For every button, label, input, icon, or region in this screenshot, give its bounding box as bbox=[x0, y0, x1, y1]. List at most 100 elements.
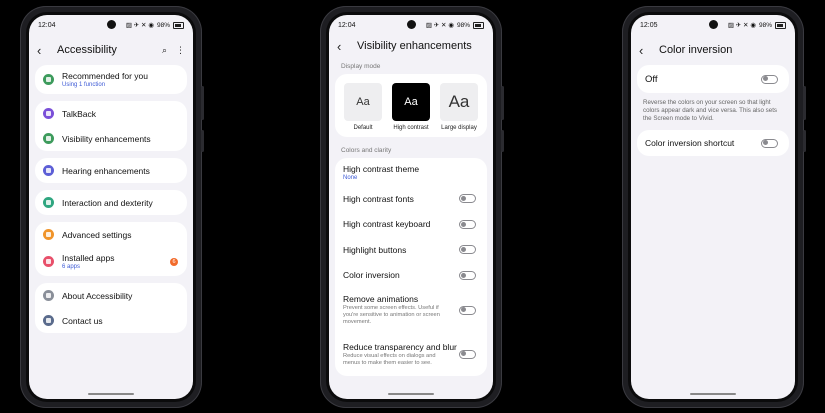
menu-item-label: TalkBack bbox=[62, 108, 97, 119]
battery-icon bbox=[473, 21, 484, 29]
toggle-switch[interactable] bbox=[459, 270, 476, 280]
display-mode-card: Aa Default Aa High contrast Aa Large display bbox=[335, 74, 487, 137]
menu-item[interactable]: Hearing enhancements bbox=[35, 158, 187, 183]
phone-color-inversion: 12:05 ▨ ✈ ✕ ◉ 98% ‹ Color inversion Off R… bbox=[622, 6, 806, 408]
screen-color-inversion: 12:05 ▨ ✈ ✕ ◉ 98% ‹ Color inversion Off R… bbox=[631, 15, 795, 399]
eye-icon bbox=[43, 133, 54, 144]
high-contrast-theme-label: High contrast theme bbox=[343, 163, 420, 174]
menu-item[interactable]: Recommended for you Using 1 function bbox=[35, 65, 187, 94]
page-title: Visibility enhancements bbox=[357, 40, 472, 52]
menu-item-label: Recommended for you bbox=[62, 71, 148, 81]
display-mode-label: High contrast bbox=[393, 125, 429, 131]
menu-group: Hearing enhancements bbox=[35, 158, 187, 183]
shortcut-card: Color inversion shortcut bbox=[637, 130, 789, 156]
phone-visibility: 12:04 ▨ ✈ ✕ ◉ 98% ‹ Visibility enhancemen… bbox=[320, 6, 504, 408]
status-bar: 12:04 ▨ ✈ ✕ ◉ 98% bbox=[329, 15, 493, 35]
talkback-icon bbox=[43, 108, 54, 119]
menu-item[interactable]: Visibility enhancements bbox=[35, 126, 187, 151]
status-icons: ▨ ✈ ✕ ◉ bbox=[727, 22, 756, 29]
toggle-setting-row[interactable]: Color inversion bbox=[335, 263, 487, 289]
menu-item[interactable]: Installed apps 6 apps 6 bbox=[35, 247, 187, 276]
color-inversion-shortcut-label: Color inversion shortcut bbox=[645, 138, 735, 148]
screen-accessibility: 12:04 ▨ ✈ ✕ ◉ 98% ‹ Accessibility ⌕ ⋮ Rec… bbox=[29, 15, 193, 399]
toggle-switch[interactable] bbox=[459, 349, 476, 359]
camera-cutout bbox=[106, 20, 116, 29]
toggle-setting-row[interactable]: High contrast keyboard bbox=[335, 212, 487, 238]
menu-item[interactable]: Advanced settings bbox=[35, 222, 187, 247]
display-mode-option[interactable]: Aa High contrast bbox=[387, 83, 435, 131]
toggle-setting-row[interactable]: Reduce transparency and blur Reduce visua… bbox=[335, 332, 487, 376]
camera-cutout bbox=[406, 20, 416, 29]
toggle-setting-row[interactable]: High contrast fonts bbox=[335, 186, 487, 212]
home-indicator bbox=[88, 393, 134, 395]
help-icon bbox=[43, 315, 54, 326]
battery-level: 98% bbox=[758, 21, 772, 29]
display-mode-option[interactable]: Aa Default bbox=[339, 83, 387, 131]
toggle-switch[interactable] bbox=[459, 305, 476, 315]
toggle-setting-label: High contrast fonts bbox=[343, 193, 414, 204]
toggle-setting-label: Highlight buttons bbox=[343, 244, 407, 255]
menu-item-label: Hearing enhancements bbox=[62, 165, 150, 176]
toggle-setting-label: High contrast keyboard bbox=[343, 219, 431, 230]
back-arrow-icon[interactable]: ‹ bbox=[639, 44, 655, 57]
more-options-icon[interactable]: ⋮ bbox=[176, 45, 185, 56]
app-bar: ‹ Visibility enhancements bbox=[329, 35, 493, 57]
toggle-switch[interactable] bbox=[459, 245, 476, 255]
screen-visibility: 12:04 ▨ ✈ ✕ ◉ 98% ‹ Visibility enhancemen… bbox=[329, 15, 493, 399]
display-mode-label: Default bbox=[353, 125, 373, 131]
status-bar: 12:04 ▨ ✈ ✕ ◉ 98% bbox=[29, 15, 193, 35]
home-indicator bbox=[690, 393, 736, 395]
menu-item-label: Installed apps bbox=[62, 253, 115, 263]
color-inversion-toggle[interactable] bbox=[761, 74, 778, 84]
menu-item-label: Advanced settings bbox=[62, 229, 132, 240]
color-inversion-master-card: Off bbox=[637, 65, 789, 93]
menu-item-subtext: 6 apps bbox=[62, 264, 81, 270]
toggle-setting-label: Remove animations bbox=[343, 294, 419, 304]
menu-group: Recommended for you Using 1 function bbox=[35, 65, 187, 94]
accessibility-menu: Recommended for you Using 1 function TalkB… bbox=[29, 65, 193, 333]
menu-item[interactable]: Interaction and dexterity bbox=[35, 190, 187, 215]
display-mode-option[interactable]: Aa Large display bbox=[435, 83, 483, 131]
toggle-switch[interactable] bbox=[459, 194, 476, 204]
colors-clarity-header: Colors and clarity bbox=[341, 147, 392, 154]
display-mode-preview: Aa bbox=[440, 83, 478, 121]
toggle-setting-row[interactable]: Remove animations Prevent some screen eff… bbox=[335, 288, 487, 332]
toggle-setting-label: Reduce transparency and blur bbox=[343, 341, 457, 352]
app-bar: ‹ Color inversion bbox=[631, 35, 795, 65]
color-inversion-switch-row[interactable]: Off bbox=[637, 65, 789, 93]
back-arrow-icon[interactable]: ‹ bbox=[37, 44, 53, 57]
menu-group: Interaction and dexterity bbox=[35, 190, 187, 215]
menu-item-label: Interaction and dexterity bbox=[62, 197, 153, 208]
menu-item[interactable]: TalkBack bbox=[35, 101, 187, 126]
back-arrow-icon[interactable]: ‹ bbox=[337, 40, 353, 53]
display-mode-header: Display mode bbox=[341, 63, 381, 70]
status-time: 12:04 bbox=[338, 21, 356, 29]
menu-item-label: About Accessibility bbox=[62, 290, 133, 301]
battery-level: 98% bbox=[156, 21, 170, 29]
color-inversion-shortcut-toggle[interactable] bbox=[761, 138, 778, 148]
menu-item-subtext: Using 1 function bbox=[62, 82, 106, 88]
status-bar: 12:05 ▨ ✈ ✕ ◉ 98% bbox=[631, 15, 795, 35]
star-icon bbox=[43, 74, 54, 85]
menu-item-label: Visibility enhancements bbox=[62, 133, 151, 144]
toggle-setting-row[interactable]: Highlight buttons bbox=[335, 237, 487, 263]
status-icons: ▨ ✈ ✕ ◉ bbox=[125, 22, 154, 29]
menu-item[interactable]: Contact us bbox=[35, 308, 187, 333]
gear-plus-icon bbox=[43, 229, 54, 240]
menu-item[interactable]: About Accessibility bbox=[35, 283, 187, 308]
phone-accessibility: 12:04 ▨ ✈ ✕ ◉ 98% ‹ Accessibility ⌕ ⋮ Rec… bbox=[20, 6, 204, 408]
display-mode-preview: Aa bbox=[392, 83, 430, 121]
high-contrast-theme-value: None bbox=[343, 174, 358, 181]
apps-icon bbox=[43, 256, 54, 267]
speaker-icon bbox=[43, 165, 54, 176]
search-icon[interactable]: ⌕ bbox=[162, 45, 167, 56]
menu-group: TalkBack Visibility enhancements bbox=[35, 101, 187, 151]
toggle-switch[interactable] bbox=[459, 219, 476, 229]
status-time: 12:04 bbox=[38, 21, 56, 29]
home-indicator bbox=[388, 393, 434, 395]
color-inversion-shortcut-row[interactable]: Color inversion shortcut bbox=[637, 130, 789, 156]
high-contrast-theme-item[interactable]: High contrast theme None bbox=[335, 158, 487, 186]
battery-icon bbox=[775, 21, 786, 29]
status-icons: ▨ ✈ ✕ ◉ bbox=[425, 22, 454, 29]
page-title: Color inversion bbox=[659, 44, 733, 56]
